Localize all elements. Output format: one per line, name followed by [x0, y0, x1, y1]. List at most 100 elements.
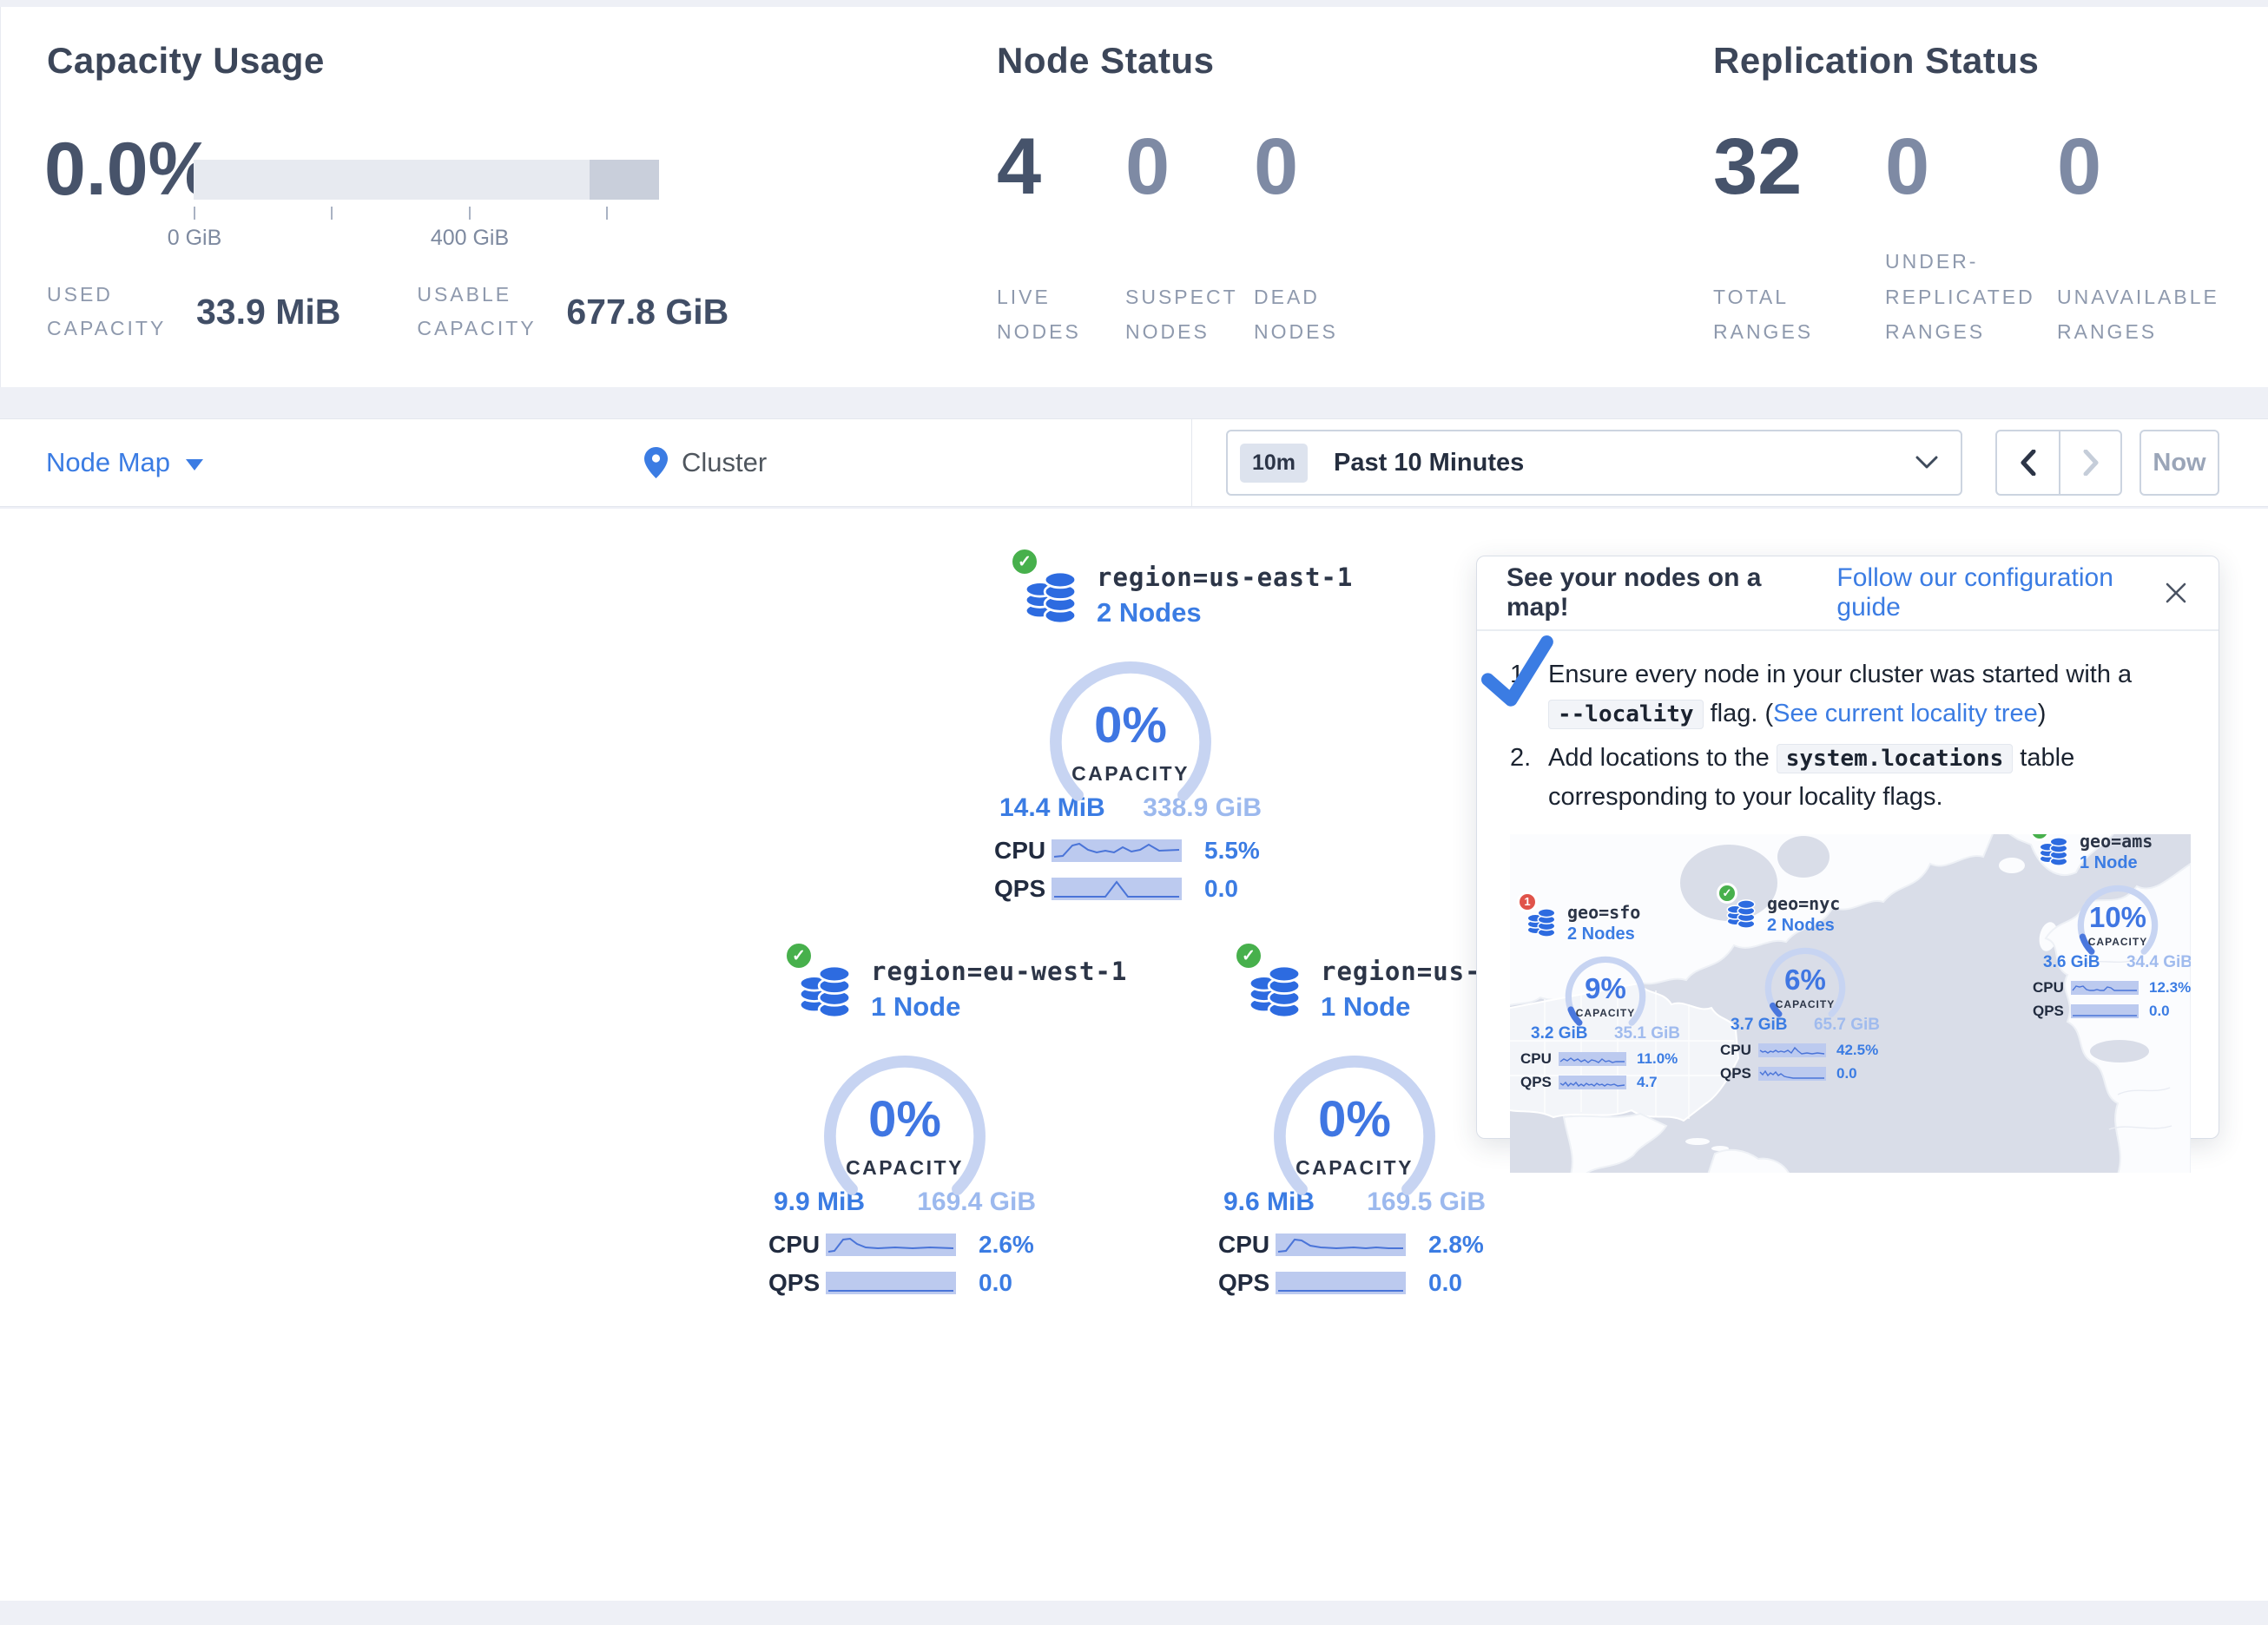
breadcrumb[interactable]: Cluster — [644, 419, 767, 506]
region-icon-wrap: ✓ — [1022, 561, 1079, 625]
map-node-header: ✓ geo=nyc 2 Nodes — [1718, 893, 1892, 936]
step-text-part: ) — [2038, 700, 2047, 727]
cpu-sparkline — [1276, 1234, 1406, 1256]
capacity-caption: CAPACITY — [1760, 998, 1850, 1010]
under-replicated-ranges-label: UNDER-REPLICATED RANGES — [1885, 244, 2047, 349]
time-range-selector[interactable]: 10m Past 10 Minutes — [1226, 430, 1962, 496]
capacity-gauge: 0% CAPACITY — [814, 1045, 996, 1212]
cpu-sparkline — [1559, 1052, 1626, 1066]
qps-row: QPS 0.0 — [994, 875, 1267, 903]
map-node-header: 1 geo=sfo 2 Nodes — [1519, 902, 1692, 944]
cpu-value: 5.5% — [1204, 837, 1260, 865]
locality-flag-code: --locality — [1548, 700, 1704, 729]
capacity-axis-label-0: 0 GiB — [168, 226, 222, 251]
dead-nodes-label: DEAD NODES — [1254, 280, 1382, 350]
replication-status-stats: 32 TOTAL RANGES 0 UNDER-REPLICATED RANGE… — [1713, 122, 2229, 349]
cpu-sparkline — [2071, 981, 2139, 995]
cpu-row: CPU 5.5% — [994, 837, 1267, 865]
qps-label: QPS — [768, 1269, 826, 1297]
region-header: ✓ region=eu-west-1 1 Node — [761, 955, 1048, 1023]
qps-value: 0.0 — [2149, 1003, 2170, 1020]
under-replicated-ranges-value: 0 — [1885, 122, 2057, 213]
time-step-forward-button[interactable] — [2059, 431, 2120, 494]
capacity-percent: 0.0% — [44, 127, 214, 213]
usable-capacity-value: 677.8 GiB — [566, 292, 729, 332]
capacity-caption: CAPACITY — [1560, 1007, 1651, 1019]
region-node-us-east-1[interactable]: ✓ region=us-east-1 2 Nodes — [987, 561, 1274, 903]
used-capacity-label: USED CAPACITY — [47, 278, 186, 345]
cpu-label: CPU — [994, 837, 1052, 865]
map-node-icon-wrap: ✓ — [1725, 893, 1757, 930]
qps-sparkline — [1758, 1067, 1826, 1081]
region-header: ✓ region=us-west-1 1 Node — [1211, 955, 1498, 1023]
dead-nodes-stat: 0 DEAD NODES — [1254, 122, 1382, 349]
map-node-ams[interactable]: ✓ geo=ams 1 Node — [2031, 834, 2191, 1020]
unavailable-ranges-label: UNAVAILABLE RANGES — [2057, 280, 2219, 350]
cpu-label: CPU — [768, 1231, 826, 1259]
live-nodes-label: LIVE NODES — [997, 280, 1125, 350]
now-button[interactable]: Now — [2139, 430, 2219, 496]
cpu-row: CPU 2.8% — [1218, 1231, 1491, 1259]
capacity-axis-tick — [606, 207, 608, 220]
region-node-us-west-1[interactable]: ✓ region=us-west-1 1 Node — [1211, 955, 1498, 1297]
step-text-part: flag. ( — [1704, 700, 1774, 727]
healthy-check-icon: ✓ — [784, 941, 814, 970]
qps-value: 0.0 — [1428, 1269, 1462, 1297]
cluster-summary-panel: Capacity Usage 0.0% 0 GiB 400 GiB USED C… — [0, 7, 2268, 387]
cpu-sparkline — [826, 1234, 956, 1256]
map-toolbar: Node Map Cluster 10m Past 10 Minutes — [0, 418, 2268, 507]
qps-row: QPS 0.0 — [1720, 1065, 1890, 1082]
view-selector-dropdown[interactable]: Node Map — [46, 419, 203, 506]
capacity-gauge: 10% CAPACITY — [2073, 880, 2163, 964]
total-ranges-stat: 32 TOTAL RANGES — [1713, 122, 1885, 349]
node-status-title: Node Status — [997, 40, 1215, 82]
time-range-badge: 10m — [1240, 444, 1308, 483]
qps-label: QPS — [1720, 1065, 1758, 1082]
map-node-nyc[interactable]: ✓ geo=nyc 2 Nodes — [1718, 893, 1892, 1082]
capacity-bar — [194, 160, 659, 200]
suspect-nodes-value: 0 — [1125, 122, 1254, 213]
region-metrics: CPU 2.8% QPS 0.0 — [1218, 1231, 1491, 1297]
qps-label: QPS — [2033, 1003, 2071, 1020]
time-range-label: Past 10 Minutes — [1334, 449, 1524, 477]
configuration-guide-link[interactable]: Follow our configuration guide — [1836, 563, 2163, 622]
completed-check-icon — [1477, 635, 1562, 714]
region-icon-wrap: ✓ — [796, 955, 854, 1019]
time-step-back-button[interactable] — [1997, 431, 2059, 494]
map-node-header: ✓ geo=ams 1 Node — [2031, 834, 2191, 873]
capacity-caption: CAPACITY — [814, 1156, 996, 1180]
map-node-name: geo=ams — [2080, 834, 2153, 852]
qps-sparkline — [1559, 1076, 1626, 1089]
usable-capacity-stat: USABLE CAPACITY 677.8 GiB — [417, 278, 729, 345]
usable-capacity-label: USABLE CAPACITY — [417, 278, 556, 345]
cpu-label: CPU — [2033, 979, 2071, 997]
capacity-caption: CAPACITY — [2073, 936, 2163, 948]
map-node-sfo[interactable]: 1 geo=sfo 2 Nodes — [1519, 902, 1692, 1091]
popup-header: See your nodes on a map! Follow our conf… — [1477, 556, 2219, 631]
map-node-count: 1 Node — [2080, 853, 2153, 873]
capacity-gauge: 0% CAPACITY — [1039, 651, 1222, 818]
map-node-name: geo=sfo — [1567, 902, 1640, 923]
step-text-part: Ensure every node in your cluster was st… — [1548, 661, 2132, 688]
map-node-icon-wrap: 1 — [1526, 902, 1557, 938]
step-text: Ensure every node in your cluster was st… — [1548, 655, 2186, 734]
capacity-gauge: 6% CAPACITY — [1760, 943, 1850, 1026]
cpu-row: CPU 12.3% — [2033, 979, 2191, 997]
qps-label: QPS — [994, 875, 1052, 903]
cpu-value: 12.3% — [2149, 979, 2191, 997]
qps-row: QPS 0.0 — [768, 1269, 1041, 1297]
region-node-eu-west-1[interactable]: ✓ region=eu-west-1 1 Node — [761, 955, 1048, 1297]
qps-label: QPS — [1218, 1269, 1276, 1297]
used-capacity-value: 33.9 MiB — [196, 292, 340, 332]
close-button[interactable] — [2163, 580, 2189, 606]
qps-value: 4.7 — [1637, 1074, 1658, 1091]
locality-tree-link[interactable]: See current locality tree — [1773, 700, 2038, 727]
under-replicated-ranges-stat: 0 UNDER-REPLICATED RANGES — [1885, 122, 2057, 349]
map-node-texts: geo=nyc 2 Nodes — [1767, 893, 1840, 936]
dead-nodes-value: 0 — [1254, 122, 1382, 213]
qps-row: QPS 4.7 — [1520, 1074, 1691, 1091]
map-node-count: 2 Nodes — [1767, 916, 1840, 936]
breadcrumb-label: Cluster — [682, 447, 767, 478]
cpu-sparkline — [1758, 1043, 1826, 1057]
healthy-check-icon: ✓ — [1717, 883, 1737, 904]
